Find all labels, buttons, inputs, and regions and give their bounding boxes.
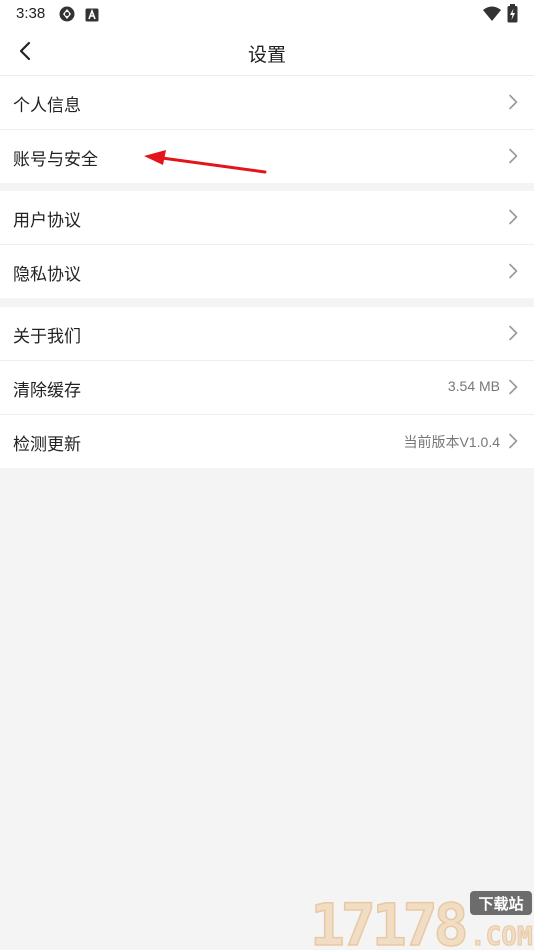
row-label: 清除缓存 (13, 381, 81, 401)
status-time: 3:38 (16, 5, 46, 22)
settings-row-privacy-agreement[interactable]: 隐私协议 (0, 245, 534, 298)
row-label: 关于我们 (13, 327, 81, 347)
watermark-tag: 下载站 (478, 895, 523, 913)
settings-group-agreements: 用户协议 隐私协议 (0, 191, 534, 298)
row-label: 检测更新 (13, 435, 81, 455)
annotation-arrow-icon (144, 150, 267, 174)
wifi-icon (483, 6, 501, 25)
sync-icon (58, 5, 76, 27)
chevron-right-icon (509, 209, 518, 225)
row-label: 账号与安全 (13, 150, 98, 170)
chevron-right-icon (509, 433, 518, 449)
chevron-right-icon (509, 263, 518, 279)
page-title: 设置 (247, 44, 286, 66)
row-label: 隐私协议 (13, 265, 81, 285)
settings-group-app: 关于我们 清除缓存 3.54 MB 检测更新 当前版本V1.0.4 (0, 307, 534, 468)
chevron-right-icon (509, 148, 518, 164)
chevron-right-icon (509, 94, 518, 110)
settings-row-user-agreement[interactable]: 用户协议 (0, 191, 534, 245)
a-badge-icon (85, 7, 99, 26)
watermark-main: 17178 (310, 891, 466, 950)
battery-charging-icon (507, 4, 518, 27)
settings-row-about-us[interactable]: 关于我们 (0, 307, 534, 361)
status-bar: 3:38 (0, 0, 534, 28)
title-bar: 设置 (0, 28, 534, 76)
watermark-logo: 17178 下载站 .COM (309, 890, 533, 950)
settings-row-check-update[interactable]: 检测更新 当前版本V1.0.4 (0, 415, 534, 468)
settings-row-clear-cache[interactable]: 清除缓存 3.54 MB (0, 361, 534, 415)
chevron-right-icon (509, 325, 518, 341)
cache-size-value: 3.54 MB (447, 378, 500, 394)
chevron-right-icon (509, 379, 518, 395)
version-value: 当前版本V1.0.4 (403, 434, 500, 450)
settings-row-personal-info[interactable]: 个人信息 (0, 76, 534, 130)
watermark-sub: .COM (470, 922, 533, 950)
row-label: 用户协议 (13, 211, 81, 231)
row-label: 个人信息 (13, 96, 81, 116)
